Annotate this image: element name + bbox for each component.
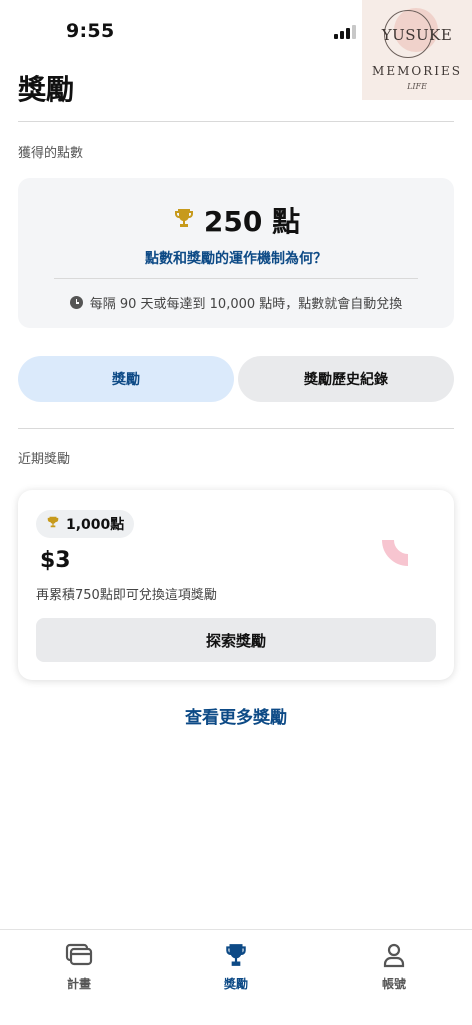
watermark-line3: LIFE: [407, 82, 427, 91]
signal-icon: [334, 25, 358, 39]
nav-label-plan: 計畫: [66, 977, 91, 991]
exchange-note-row: 每隔 90 天或每達到 10,000 點時，點數就會自動兌換: [18, 293, 454, 312]
person-icon: [380, 942, 408, 971]
points-badge-label: 1,000點: [66, 517, 125, 533]
watermark-logo: YUSUKE MEMORIES LIFE: [362, 0, 472, 100]
nav-item-plan[interactable]: 計畫: [24, 942, 134, 992]
nav-item-rewards[interactable]: 獎勵: [181, 942, 291, 992]
points-value: 250 點: [203, 205, 301, 238]
status-time: 9:55: [66, 20, 115, 42]
points-section-label: 獲得的點數: [18, 146, 84, 161]
explore-rewards-button[interactable]: 探索獎勵: [36, 618, 436, 662]
nav-label-rewards: 獎勵: [223, 977, 248, 991]
progress-arc: [382, 539, 409, 566]
points-badge: 1,000點: [36, 510, 135, 538]
clock-icon: [69, 296, 83, 309]
how-it-works-link[interactable]: 點數和獎勵的運作機制為何？: [18, 248, 454, 268]
nav-item-account[interactable]: 帳號: [339, 942, 449, 992]
exchange-note: 每隔 90 天或每達到 10,000 點時，點數就會自動兌換: [89, 297, 403, 312]
see-more-rewards-link[interactable]: 查看更多獎勵: [0, 703, 472, 728]
watermark-line1: YUSUKE: [381, 26, 453, 44]
watermark-line2: MEMORIES: [372, 64, 462, 78]
tab-rewards-history[interactable]: 獎勵歷史紀錄: [238, 356, 454, 402]
points-row: 250 點: [18, 200, 454, 240]
reward-note: 再累積750點即可兌換這項獎勵: [36, 588, 217, 603]
nav-label-account: 帳號: [381, 977, 406, 991]
card-divider: [54, 278, 418, 279]
trophy-icon: [46, 515, 60, 533]
bottom-nav: 計畫 獎勵 帳號: [0, 929, 472, 1025]
tab-rewards[interactable]: 獎勵: [18, 356, 234, 402]
card-icon: [65, 942, 93, 971]
title-divider: [18, 121, 454, 122]
page-title: 獎勵: [18, 73, 75, 106]
reward-progress-ring: [382, 539, 409, 566]
trophy-icon: [172, 206, 196, 234]
trophy-icon: [222, 942, 250, 971]
recent-rewards-label: 近期獎勵: [18, 452, 71, 467]
tabs-divider: [18, 428, 454, 429]
reward-card: 1,000點 $3 再累積750點即可兌換這項獎勵 探索獎勵: [18, 490, 454, 680]
points-card: 250 點 點數和獎勵的運作機制為何？ 每隔 90 天或每達到 10,000 點…: [18, 178, 454, 328]
reward-amount: $3: [40, 548, 71, 573]
